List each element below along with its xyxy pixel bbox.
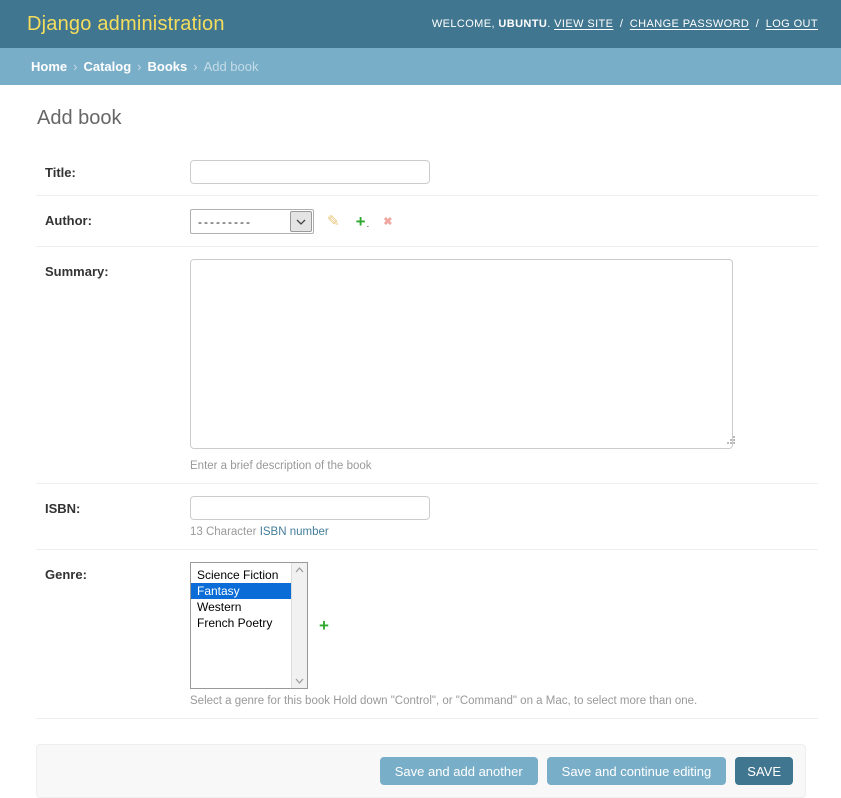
summary-label: Summary: — [45, 264, 109, 279]
site-brand[interactable]: Django administration — [27, 13, 225, 36]
summary-row: Summary: Enter a brief description of th… — [36, 247, 818, 484]
genre-label: Genre: — [45, 567, 87, 582]
breadcrumb-current: Add book — [204, 59, 259, 74]
breadcrumb-catalog[interactable]: Catalog — [83, 59, 131, 74]
genre-options: Science FictionFantasyWesternFrench Poet… — [191, 563, 291, 688]
genre-scrollbar[interactable] — [291, 563, 307, 688]
welcome-text: WELCOME, — [432, 18, 495, 30]
author-select[interactable]: --------- — [190, 209, 314, 234]
scroll-down-icon — [295, 678, 304, 684]
title-row: Title: — [36, 148, 818, 196]
genre-select[interactable]: Science FictionFantasyWesternFrench Poet… — [190, 562, 308, 689]
genre-option[interactable]: Western — [191, 599, 291, 615]
genre-option[interactable]: Science Fiction — [191, 567, 291, 583]
add-genre-plus-icon[interactable]: + — [319, 617, 329, 634]
title-input[interactable] — [190, 160, 430, 184]
dot-artifact: . — [367, 219, 370, 230]
user-tools: WELCOME, UBUNTU. VIEW SITE / CHANGE PASS… — [432, 18, 818, 30]
summary-help: Enter a brief description of the book — [190, 460, 733, 472]
edit-pencil-icon[interactable]: ✎ — [327, 214, 340, 229]
submit-row: Save and add another Save and continue e… — [36, 744, 806, 798]
genre-option[interactable]: Fantasy — [191, 583, 291, 599]
title-label: Title: — [45, 165, 76, 180]
genre-help: Select a genre for this book Hold down "… — [190, 695, 697, 707]
add-book-form: Title: Author: --------- — [0, 148, 841, 719]
isbn-help: 13 Character ISBN number — [190, 526, 430, 538]
chevron-down-icon[interactable] — [290, 211, 312, 232]
isbn-row: ISBN: 13 Character ISBN number — [36, 484, 818, 550]
save-button[interactable]: SAVE — [735, 757, 793, 785]
genre-row: Genre: Science FictionFantasyWesternFren… — [36, 550, 818, 719]
breadcrumb-books[interactable]: Books — [147, 59, 187, 74]
breadcrumb: Home › Catalog › Books › Add book — [0, 48, 841, 85]
genre-option[interactable]: French Poetry — [191, 615, 291, 631]
save-and-continue-editing-button[interactable]: Save and continue editing — [547, 757, 727, 785]
breadcrumb-home[interactable]: Home — [31, 59, 67, 74]
isbn-number-link[interactable]: ISBN number — [260, 526, 329, 538]
save-and-add-another-button[interactable]: Save and add another — [380, 757, 538, 785]
admin-header: Django administration WELCOME, UBUNTU. V… — [0, 0, 841, 48]
isbn-label: ISBN: — [45, 501, 80, 516]
log-out-link[interactable]: LOG OUT — [766, 18, 818, 30]
delete-x-icon[interactable]: ✖ — [383, 215, 392, 228]
view-site-link[interactable]: VIEW SITE — [554, 18, 613, 30]
resize-grip-icon[interactable] — [727, 442, 729, 444]
author-select-value: --------- — [191, 210, 289, 233]
author-label: Author: — [45, 213, 92, 228]
page-title: Add book — [37, 107, 841, 130]
author-row: Author: --------- ✎ + . ✖ — [36, 196, 818, 247]
content: Add book Title: Author: --------- — [0, 85, 841, 798]
add-plus-icon[interactable]: + — [356, 213, 366, 230]
username: UBUNTU — [498, 18, 547, 30]
isbn-input[interactable] — [190, 496, 430, 520]
scroll-up-icon — [295, 567, 304, 573]
change-password-link[interactable]: CHANGE PASSWORD — [630, 18, 749, 30]
summary-textarea[interactable] — [190, 259, 733, 449]
